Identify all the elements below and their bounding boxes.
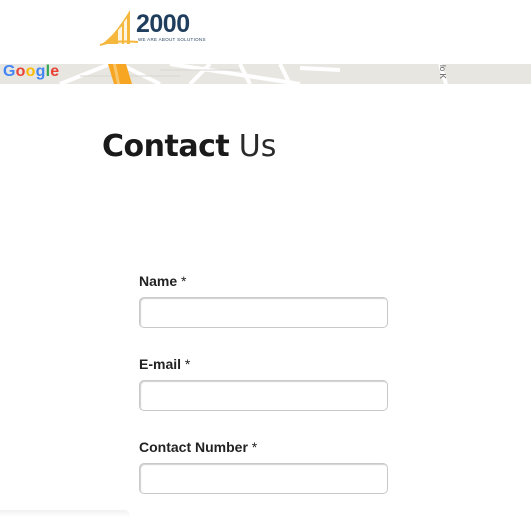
logo-tagline: WE ARE ABOUT SOLUTIONS <box>138 37 206 42</box>
name-label: Name * <box>139 273 187 289</box>
contact-number-input[interactable] <box>139 463 388 494</box>
logo-mark-icon <box>100 10 139 46</box>
page-title: Contact Us <box>102 124 276 170</box>
email-label: E-mail * <box>139 356 191 372</box>
map-roads <box>59 64 448 84</box>
map-road-label: lo K <box>438 65 447 79</box>
required-mark: * <box>184 356 191 372</box>
bottom-shadow <box>0 510 130 517</box>
contact-number-label: Contact Number * <box>139 439 258 455</box>
logo-text: 2000 <box>136 10 190 38</box>
name-input[interactable] <box>139 297 388 328</box>
page-title-light: Us <box>238 129 277 164</box>
page-title-bold: Contact <box>102 129 230 164</box>
required-mark: * <box>181 273 187 289</box>
company-logo[interactable]: 2000 WE ARE ABOUT SOLUTIONS <box>100 8 210 48</box>
map-embed[interactable]: Google lo K <box>0 64 531 84</box>
required-mark: * <box>251 439 258 455</box>
email-input[interactable] <box>139 380 388 411</box>
google-logo[interactable]: Google <box>3 64 59 81</box>
